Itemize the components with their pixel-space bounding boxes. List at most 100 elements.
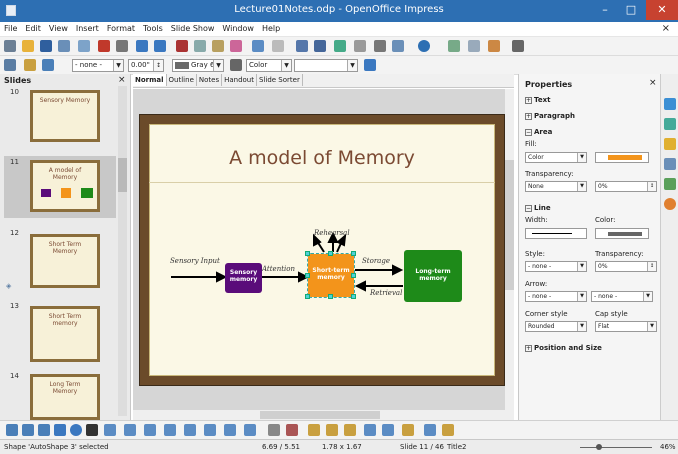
undo-icon[interactable] (252, 40, 264, 52)
section-text[interactable]: + Text (525, 96, 550, 104)
zoom-slider-thumb[interactable] (596, 444, 602, 450)
corner-style-select[interactable]: Rounded ▼ (525, 321, 587, 332)
maximize-button[interactable]: □ (618, 0, 644, 20)
slide-thumbnail-14[interactable]: Long Term Memory (30, 374, 100, 420)
sensory-memory-box[interactable]: Sensory memory (225, 263, 262, 293)
menu-window[interactable]: Window (218, 22, 258, 33)
area-style-select[interactable]: Color ▼ (246, 59, 292, 72)
line-width-stepper[interactable]: 0.00" ↕ (128, 59, 164, 72)
grid-icon[interactable] (354, 40, 366, 52)
cap-style-select[interactable]: Flat ▼ (595, 321, 657, 332)
line-style-select[interactable]: - none - ▼ (525, 261, 587, 272)
menu-tools[interactable]: Tools (139, 22, 167, 33)
slide-thumbnail-13[interactable]: Short Term memory (30, 306, 100, 362)
fill-select[interactable]: Color ▼ (525, 152, 587, 163)
autospell-icon[interactable] (154, 40, 166, 52)
curve-icon[interactable] (104, 424, 116, 436)
slide-transition-icon[interactable] (664, 158, 676, 170)
tab-outline[interactable]: Outline (167, 74, 197, 86)
section-line[interactable]: − Line (525, 204, 551, 212)
menu-edit[interactable]: Edit (21, 22, 45, 33)
menu-insert[interactable]: Insert (72, 22, 103, 33)
section-paragraph[interactable]: + Paragraph (525, 112, 575, 120)
export-pdf-icon[interactable] (98, 40, 110, 52)
shadow-tool-icon[interactable] (442, 424, 454, 436)
insert-image-icon[interactable] (344, 424, 356, 436)
menu-view[interactable]: View (45, 22, 72, 33)
fill-color-picker[interactable] (595, 152, 649, 163)
print-icon[interactable] (116, 40, 128, 52)
line-style-select[interactable]: - none - ▼ (72, 59, 124, 72)
zoom-icon[interactable] (392, 40, 404, 52)
area-fill-select[interactable]: ▼ (294, 59, 358, 72)
zoom-slider[interactable] (580, 447, 652, 448)
area-transparency-stepper[interactable]: 0% ↕ (595, 181, 657, 192)
help-icon[interactable] (418, 40, 430, 52)
shadow-icon[interactable] (364, 59, 376, 71)
short-term-memory-box[interactable]: Short-term memory (307, 253, 355, 298)
line-tool-icon[interactable] (22, 424, 34, 436)
properties-tab-icon[interactable] (664, 98, 676, 110)
menu-slide-show[interactable]: Slide Show (167, 22, 219, 33)
selection-handle[interactable] (351, 251, 356, 256)
selection-handle[interactable] (305, 294, 310, 299)
connector-icon[interactable] (124, 424, 136, 436)
arrow-tool-icon[interactable] (38, 424, 50, 436)
arrange-icon[interactable] (402, 424, 414, 436)
tab-normal[interactable]: Normal (133, 74, 167, 86)
clone-formatting-icon[interactable] (230, 40, 242, 52)
tab-handout[interactable]: Handout (222, 74, 257, 86)
styles-icon[interactable] (24, 59, 36, 71)
navigator-icon[interactable] (664, 198, 676, 210)
basic-shapes-icon[interactable] (144, 424, 156, 436)
points-icon[interactable] (268, 424, 280, 436)
line-transparency-stepper[interactable]: 0% ↕ (595, 261, 657, 272)
properties-close-icon[interactable]: × (649, 78, 657, 88)
flowchart-icon[interactable] (204, 424, 216, 436)
styles-formatting-icon[interactable] (664, 178, 676, 190)
gallery-icon[interactable] (326, 424, 338, 436)
slide-layout-icon[interactable] (468, 40, 480, 52)
ellipse-icon[interactable] (70, 424, 82, 436)
paste-icon[interactable] (212, 40, 224, 52)
selection-handle[interactable] (351, 294, 356, 299)
menu-format[interactable]: Format (103, 22, 139, 33)
tab-slide-sorter[interactable]: Slide Sorter (257, 74, 303, 86)
new-icon[interactable] (4, 40, 16, 52)
canvas-horizontal-scroll-thumb[interactable] (260, 411, 380, 419)
effects-icon[interactable] (364, 424, 376, 436)
status-zoom[interactable]: 46% (660, 443, 676, 451)
open-icon[interactable] (22, 40, 34, 52)
spellcheck-icon[interactable] (136, 40, 148, 52)
show-draw-functions-icon[interactable] (374, 40, 386, 52)
extrusion-icon[interactable] (424, 424, 436, 436)
callouts-icon[interactable] (224, 424, 236, 436)
document-close-icon[interactable]: × (662, 23, 670, 34)
copy-icon[interactable] (194, 40, 206, 52)
area-transparency-select[interactable]: None ▼ (525, 181, 587, 192)
arrow-end-select[interactable]: - none - ▼ (591, 291, 653, 302)
slides-panel-close-icon[interactable]: × (118, 75, 126, 85)
tab-notes[interactable]: Notes (197, 74, 223, 86)
area-color-select[interactable]: Gray 6 ▼ (172, 59, 224, 72)
master-pages-icon[interactable] (664, 118, 676, 130)
section-position-and-size[interactable]: + Position and Size (525, 344, 602, 352)
selection-handle[interactable] (305, 273, 310, 278)
section-area[interactable]: − Area (525, 128, 552, 136)
slides-scrollbar[interactable] (118, 86, 127, 416)
symbol-shapes-icon[interactable] (164, 424, 176, 436)
area-icon[interactable] (230, 59, 242, 71)
slide-thumbnail-12[interactable]: Short Term Memory (30, 234, 100, 288)
slide-design-icon[interactable] (488, 40, 500, 52)
menu-help[interactable]: Help (258, 22, 284, 33)
email-icon[interactable] (58, 40, 70, 52)
line-color-picker[interactable] (595, 228, 649, 239)
display-views-icon[interactable] (512, 40, 524, 52)
cut-icon[interactable] (176, 40, 188, 52)
rectangle-icon[interactable] (54, 424, 66, 436)
close-button[interactable]: ✕ (646, 0, 678, 20)
minimize-button[interactable]: – (592, 0, 618, 20)
custom-animation-icon[interactable] (664, 138, 676, 150)
selection-handle[interactable] (328, 294, 333, 299)
line-width-picker[interactable] (525, 228, 587, 239)
